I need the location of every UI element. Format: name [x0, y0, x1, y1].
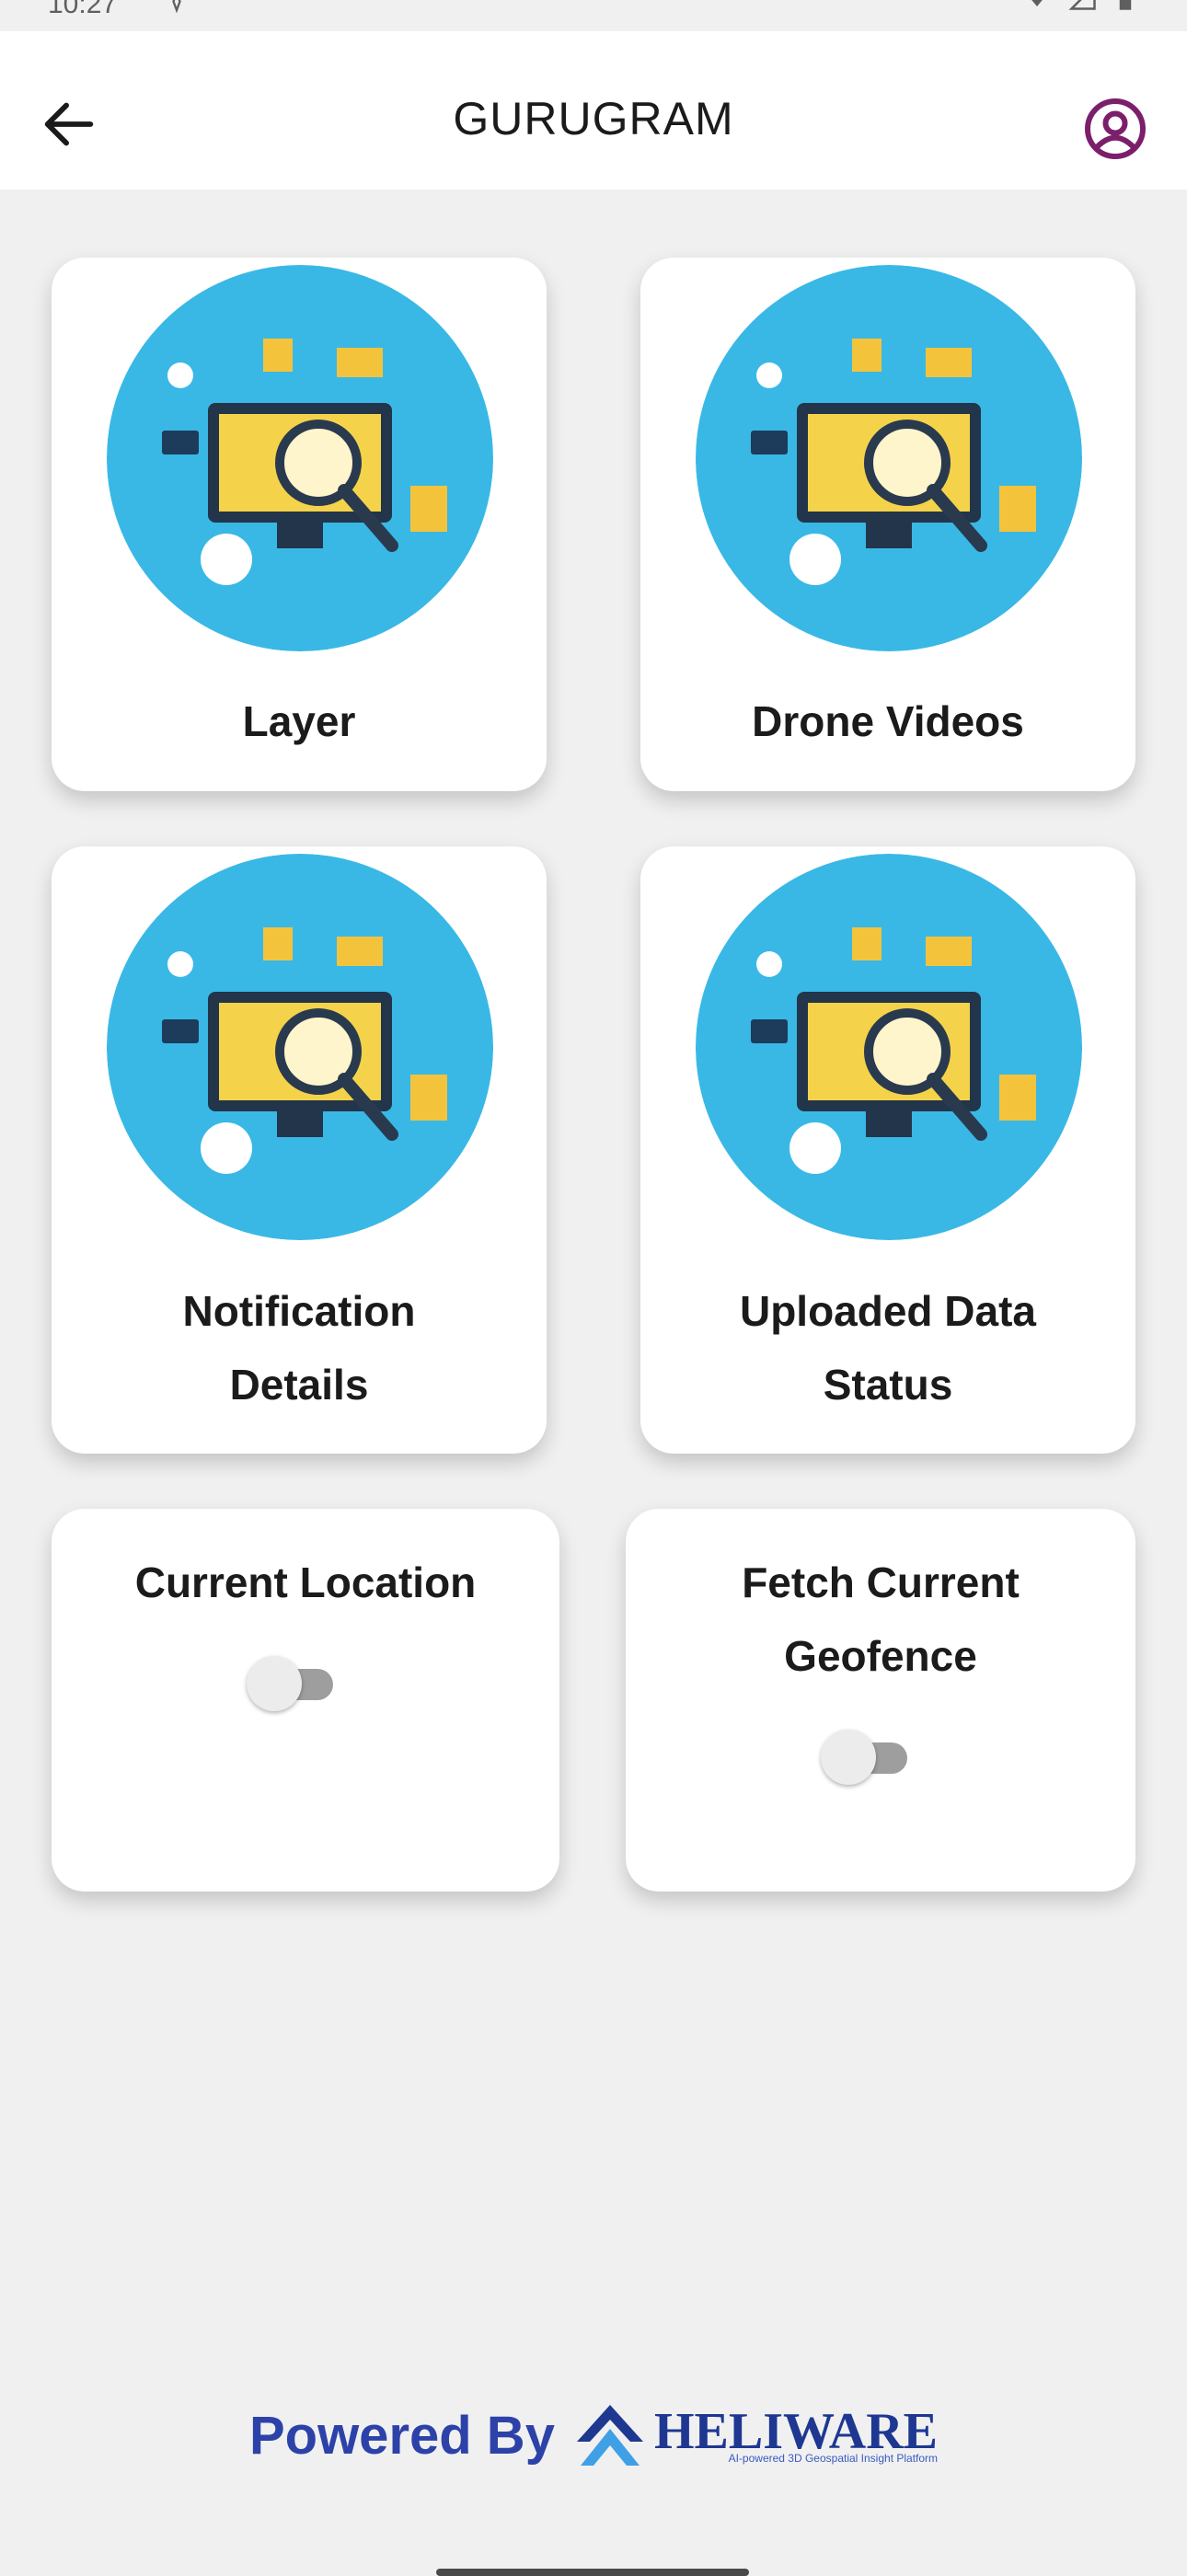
ecommerce-illustration-icon [107, 854, 493, 1240]
fetch-geofence-toggle[interactable] [821, 1730, 913, 1785]
app-bar: GURUGRAM [0, 31, 1187, 190]
signal-icon [1068, 0, 1096, 10]
current-location-label: Current Location [134, 1558, 477, 1606]
tile-label: Drone Videos [752, 697, 1024, 745]
location-status-icon [172, 0, 181, 14]
powered-by-text: Powered By [248, 2405, 555, 2466]
fetch-geofence-card: Fetch Current Geofence [626, 1509, 1135, 1892]
tile-layer[interactable]: Layer [52, 258, 547, 791]
status-time: 10:27 [48, 0, 118, 19]
toggle-thumb [247, 1656, 302, 1711]
battery-icon [1119, 0, 1132, 10]
fetch-geofence-label: Fetch Current Geofence [742, 1558, 1020, 1680]
tile-uploaded-data-status[interactable]: Uploaded Data Status [640, 846, 1135, 1454]
ecommerce-illustration-icon [696, 265, 1082, 651]
tile-label: Uploaded Data Status [739, 1287, 1037, 1409]
status-icons [1023, 0, 1135, 11]
tile-notification-details[interactable]: Notification Details [52, 846, 547, 1454]
toggle-thumb [821, 1730, 876, 1785]
brand-name: HELIWARE [653, 2403, 939, 2460]
footer: Powered By HELIWARE AI-powered 3D Geospa… [0, 2401, 1187, 2469]
heliware-logo-icon [576, 2405, 643, 2466]
tile-drone-videos[interactable]: Drone Videos [640, 258, 1135, 791]
current-location-card: Current Location [52, 1509, 559, 1892]
user-profile-icon[interactable] [1082, 96, 1148, 162]
status-bar: 10:27 [0, 0, 1187, 31]
page-title: GURUGRAM [453, 93, 734, 144]
tile-label: Notification Details [182, 1287, 416, 1409]
ecommerce-illustration-icon [696, 854, 1082, 1240]
home-indicator[interactable] [436, 2569, 749, 2576]
tile-label: Layer [242, 697, 356, 745]
current-location-toggle[interactable] [247, 1656, 339, 1711]
wifi-icon [1031, 0, 1043, 6]
ecommerce-illustration-icon [107, 265, 493, 651]
heliware-logo: HELIWARE AI-powered 3D Geospatial Insigh… [573, 2401, 938, 2469]
